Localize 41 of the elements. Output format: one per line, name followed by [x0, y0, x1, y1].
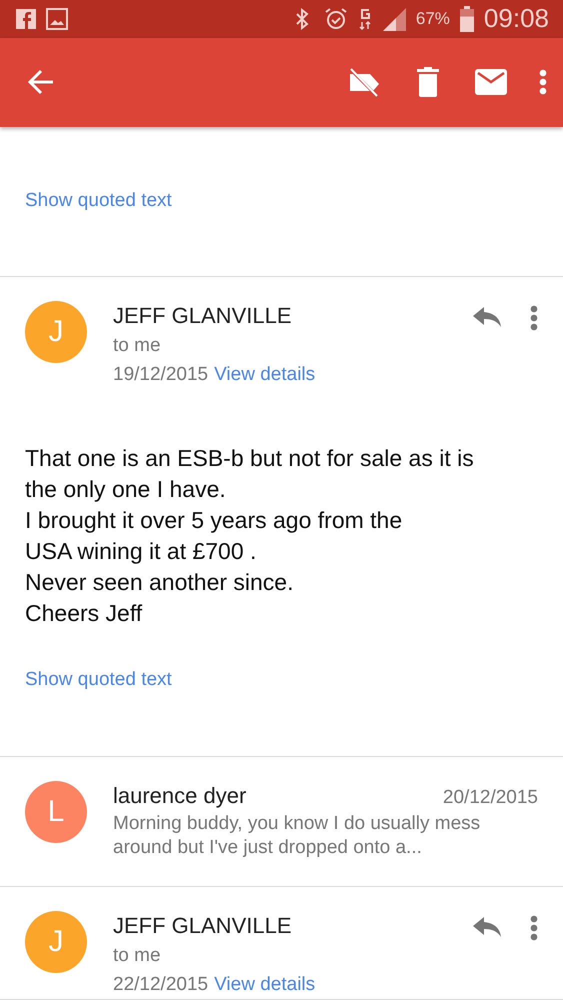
- message-date: 19/12/2015: [113, 363, 208, 387]
- sender-name: JEFF GLANVILLE: [113, 302, 293, 330]
- avatar: J: [25, 301, 87, 363]
- reply-icon: [472, 305, 502, 329]
- show-quoted-text-link[interactable]: Show quoted text: [25, 669, 172, 690]
- delete-button[interactable]: [417, 67, 439, 98]
- more-icon: [539, 69, 547, 96]
- recipient-text: to me: [113, 944, 162, 968]
- message-date: 22/12/2015: [113, 973, 208, 997]
- sender-name: JEFF GLANVILLE: [113, 912, 293, 940]
- back-arrow-icon: [28, 69, 54, 96]
- message-body: That one is an ESB-b but not for sale as it is the only one I have. I brought it over 5 years ago from the USA wining it at £700 . Never seen another since. Cheers Jeff: [25, 444, 475, 628]
- alarm-icon: [324, 6, 348, 31]
- image-icon: [46, 8, 68, 30]
- message-snippet: Morning buddy, you know I do usually mess around but I've just dropped onto a...: [113, 812, 482, 860]
- battery-icon: [460, 6, 474, 32]
- label-off-button[interactable]: [347, 67, 381, 98]
- back-button[interactable]: [28, 69, 54, 96]
- more-icon: [530, 915, 538, 941]
- recipient-text: to me: [113, 334, 162, 358]
- mark-unread-button[interactable]: [475, 69, 507, 96]
- avatar: L: [25, 781, 87, 843]
- more-icon: [530, 305, 538, 331]
- clock-time: 09:08: [484, 3, 549, 34]
- facebook-icon: [16, 8, 36, 29]
- avatar: J: [25, 911, 87, 973]
- reply-icon: [472, 915, 502, 939]
- overflow-menu-button[interactable]: [539, 69, 547, 96]
- view-details-link[interactable]: View details: [214, 364, 316, 386]
- view-details-link[interactable]: View details: [214, 974, 316, 996]
- signal-icon: [382, 6, 406, 31]
- battery-percent: 67%: [416, 8, 450, 29]
- message-date: 20/12/2015: [442, 786, 538, 810]
- trash-icon: [417, 67, 439, 98]
- mail-icon: [475, 69, 507, 96]
- sender-name: laurence dyer: [113, 782, 246, 810]
- mobile-data-icon: [358, 6, 372, 31]
- label-off-icon: [347, 67, 381, 98]
- more-button[interactable]: [530, 305, 538, 331]
- show-quoted-text-link[interactable]: Show quoted text: [25, 190, 172, 211]
- more-button[interactable]: [530, 915, 538, 941]
